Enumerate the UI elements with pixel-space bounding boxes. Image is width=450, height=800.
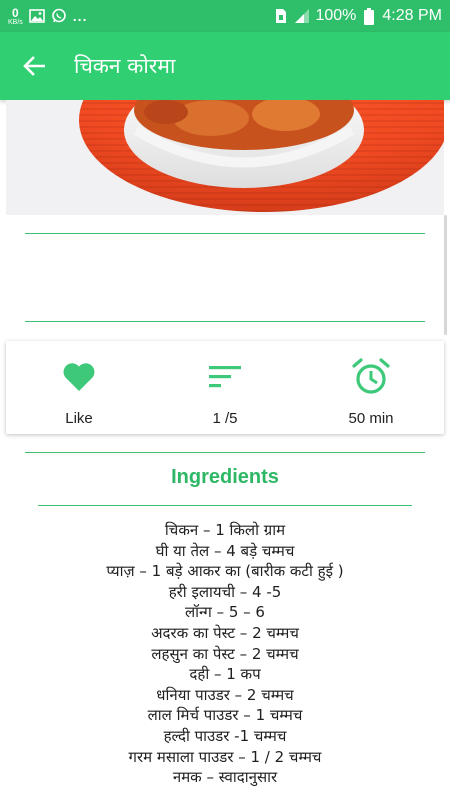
battery-icon xyxy=(361,7,377,25)
divider xyxy=(25,321,425,322)
recipe-actions-card: Like 1 /5 50 min xyxy=(6,341,444,434)
servings-label: 1 /5 xyxy=(212,410,238,427)
ingredients-list: चिकन – 1 किलो ग्राम घी या तेल – 4 बड़े च… xyxy=(0,520,450,788)
app-bar: चिकन कोरमा xyxy=(0,32,450,100)
chicken-korma-photo xyxy=(6,100,444,215)
ingredient-item: हरी इलायची – 4 -5 xyxy=(168,582,282,601)
status-left: 0 KB/s ... xyxy=(8,7,87,26)
divider xyxy=(25,452,425,453)
data-speed-unit: KB/s xyxy=(8,18,23,26)
sim-icon xyxy=(273,8,289,24)
ingredient-item: गरम मसाला पाउडर – 1 / 2 चम्मच xyxy=(128,747,322,766)
data-speed-value: 0 xyxy=(12,5,19,20)
ingredient-item: प्याज़ – 1 बड़े आकर का (बारीक कटी हुई ) xyxy=(106,562,344,581)
status-right: 100% 4:28 PM xyxy=(273,7,442,25)
page-title: चिकन कोरमा xyxy=(74,54,176,78)
ingredient-item: हल्दी पाउडर -1 चम्मच xyxy=(163,726,287,745)
ingredient-item: अदरक का पेस्ट – 2 चम्मच xyxy=(151,623,299,642)
battery-percent: 100% xyxy=(315,7,357,24)
time-label: 50 min xyxy=(348,410,394,427)
servings-action[interactable]: 1 /5 xyxy=(152,341,298,434)
ingredient-item: लॉन्ग – 5 – 6 xyxy=(185,603,265,622)
sort-lines-icon xyxy=(209,366,241,388)
scroll-indicator xyxy=(444,215,447,335)
whatsapp-icon xyxy=(51,8,67,24)
gallery-icon xyxy=(28,8,45,24)
ingredients-title: Ingredients xyxy=(171,466,279,488)
ingredient-item: धनिया पाउडर – 2 चम्मच xyxy=(156,685,294,704)
clock: 4:28 PM xyxy=(382,7,442,24)
alarm-clock-icon xyxy=(352,358,390,394)
ingredient-item: लहसुन का पेस्ट – 2 चम्मच xyxy=(151,644,299,663)
more-notifications: ... xyxy=(72,8,88,24)
ingredient-item: लाल मिर्च पाउडर – 1 चम्मच xyxy=(147,706,303,725)
ingredient-item: चिकन – 1 किलो ग्राम xyxy=(164,521,286,539)
data-speed: 0 KB/s xyxy=(8,7,23,26)
like-action[interactable]: Like xyxy=(6,341,152,434)
title-underline xyxy=(38,505,412,506)
divider xyxy=(25,233,425,234)
ingredient-item: नमक – स्वादानुसार xyxy=(172,768,278,787)
recipe-image xyxy=(6,100,444,215)
back-arrow-icon xyxy=(23,56,45,76)
ingredient-item: घी या तेल – 4 बड़े चम्मच xyxy=(155,541,295,560)
time-action[interactable]: 50 min xyxy=(298,341,444,434)
back-button[interactable] xyxy=(14,46,54,86)
heart-icon xyxy=(63,363,95,391)
like-label: Like xyxy=(65,410,93,427)
signal-icon xyxy=(294,8,310,24)
ingredient-item: दही – 1 कप xyxy=(189,665,261,684)
status-bar: 0 KB/s ... 100% 4:28 PM xyxy=(0,0,450,32)
